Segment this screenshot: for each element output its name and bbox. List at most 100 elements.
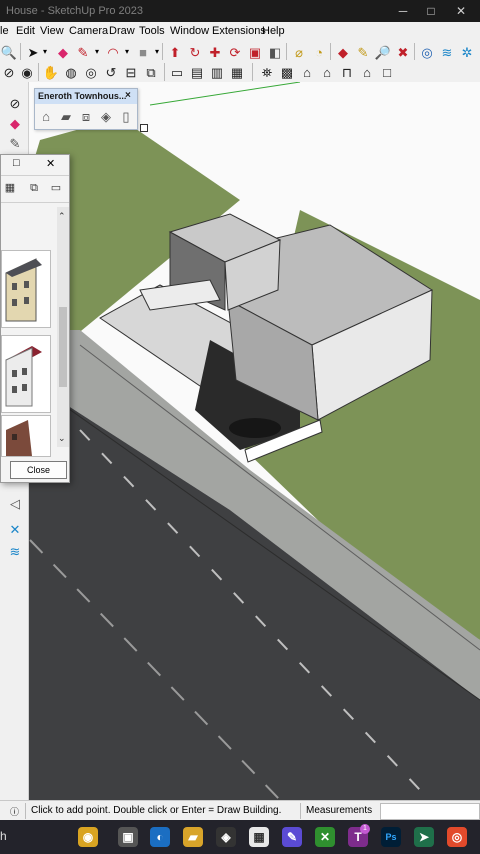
close-icon[interactable]: ✕ <box>46 157 55 170</box>
previous-view-icon[interactable]: ↺ <box>102 63 120 81</box>
iso-view-icon[interactable]: ⧉ <box>142 63 160 81</box>
view-icon[interactable]: ⊟ <box>122 63 140 81</box>
sandbox-icon[interactable]: ✕ <box>6 520 24 538</box>
look-around-icon[interactable]: ◍ <box>62 63 80 81</box>
bottom-view-icon[interactable]: □ <box>378 63 396 81</box>
car <box>229 418 281 438</box>
menu-edit[interactable]: Edit <box>16 25 35 37</box>
menu-window[interactable]: Window <box>170 25 209 37</box>
paint-bucket-icon[interactable]: ✎ <box>354 43 372 61</box>
minimize-button[interactable]: ─ <box>392 2 414 20</box>
notification-badge: 1 <box>360 824 370 834</box>
protractor-icon[interactable]: ◔ <box>310 43 328 61</box>
chrome-icon[interactable]: ◎ <box>447 827 467 847</box>
menu-tools[interactable]: Tools <box>139 25 165 37</box>
move-tool-icon[interactable]: ✚ <box>206 43 224 61</box>
component-thumbnail[interactable] <box>1 415 51 457</box>
window-title: House - SketchUp Pro 2023 <box>6 5 143 17</box>
measurements-label: Measurements <box>306 805 373 816</box>
cursor-marker <box>140 124 148 132</box>
zoom-tool-icon[interactable]: 🔎 <box>374 43 392 61</box>
xbox-icon[interactable]: ✕ <box>315 827 335 847</box>
close-window-button[interactable]: ✕ <box>450 2 472 20</box>
status-hint: Click to add point. Double click or Ente… <box>31 805 282 816</box>
restore-icon[interactable]: □ <box>13 157 20 169</box>
panel-toolbar: ▦ ⧉ ▭ <box>1 175 69 203</box>
grid-view-icon[interactable]: ▦ <box>1 179 19 197</box>
measurements-field[interactable] <box>380 803 480 820</box>
door-icon[interactable]: ▯ <box>117 107 135 125</box>
search-box-fragment[interactable]: h <box>0 829 7 843</box>
facade-icon[interactable]: ⧈ <box>77 107 95 125</box>
block-icon[interactable]: ◈ <box>97 107 115 125</box>
chevron-down-icon[interactable]: ▾ <box>148 43 166 61</box>
sandbox-icon[interactable]: ≋ <box>438 43 456 61</box>
building-tool-icon[interactable]: ⌂ <box>37 107 55 125</box>
extension-tool-icon[interactable]: ✲ <box>458 43 476 61</box>
component-thumbnail[interactable] <box>1 250 51 328</box>
zoom-extents-icon[interactable]: 🔍 <box>0 43 18 61</box>
app-icon-a[interactable]: ◉ <box>78 827 98 847</box>
menu-camera[interactable]: Camera <box>69 25 108 37</box>
hand-icon[interactable]: ✋ <box>42 63 60 81</box>
menu-extensions[interactable]: Extensions <box>212 25 266 37</box>
chevron-up-icon[interactable]: ⌃ <box>58 211 66 222</box>
tape-measure-icon[interactable]: ⌀ <box>290 43 308 61</box>
rotate-tool-icon[interactable]: ⟳ <box>226 43 244 61</box>
push-pull-icon[interactable]: ⬆ <box>166 43 184 61</box>
components-icon[interactable]: ⧉ <box>25 179 43 197</box>
wireframe-icon[interactable]: ▤ <box>188 63 206 81</box>
orbit-icon[interactable]: ⊘ <box>0 63 18 81</box>
terrain-icon[interactable]: ≋ <box>6 542 24 560</box>
store-icon[interactable]: ▦ <box>249 827 269 847</box>
orbit-icon[interactable]: ⊘ <box>6 94 24 112</box>
home-icon[interactable]: ⌂ <box>298 63 316 81</box>
model-viewport[interactable] <box>28 82 480 800</box>
scrollbar-thumb[interactable] <box>59 307 67 387</box>
maximize-button[interactable]: □ <box>420 2 442 20</box>
status-bar: ⓘ Click to add point. Double click or En… <box>0 800 480 821</box>
offset-tool-icon[interactable]: ◧ <box>266 43 284 61</box>
x-ray-icon[interactable]: ▭ <box>168 63 186 81</box>
left-view-icon[interactable]: ⌂ <box>358 63 376 81</box>
menu-view[interactable]: View <box>40 25 64 37</box>
eraser-icon[interactable]: ◆ <box>54 43 72 61</box>
folder-icon[interactable]: ▭ <box>47 179 65 197</box>
folder-icon[interactable]: ▰ <box>57 107 75 125</box>
pencil-icon[interactable]: ✎ <box>6 134 24 152</box>
sketchup-icon[interactable]: ◈ <box>216 827 236 847</box>
title-bar: House - SketchUp Pro 2023 ─ □ ✕ <box>0 0 480 22</box>
tag-icon[interactable]: ◁ <box>6 494 24 512</box>
shaded-icon[interactable]: ▦ <box>228 63 246 81</box>
close-icon[interactable]: × <box>125 90 131 101</box>
walk-icon[interactable]: ◎ <box>82 63 100 81</box>
green-app-icon[interactable]: ➤ <box>414 827 434 847</box>
chevron-down-icon[interactable]: ⌄ <box>58 433 66 444</box>
menu-help[interactable]: Help <box>262 25 285 37</box>
top-view-icon[interactable]: ▩ <box>278 63 296 81</box>
geo-location-icon[interactable]: ◎ <box>418 43 436 61</box>
back-view-icon[interactable]: ⊓ <box>338 63 356 81</box>
info-icon[interactable]: ⓘ <box>10 805 19 818</box>
component-thumbnail[interactable] <box>1 335 51 413</box>
task-view-icon[interactable]: ▣ <box>118 827 138 847</box>
menu-draw[interactable]: Draw <box>109 25 135 37</box>
panel-scrollbar[interactable]: ⌃ ⌄ <box>57 207 69 447</box>
menu-file[interactable]: le <box>0 25 9 37</box>
close-button[interactable]: Close <box>10 461 67 479</box>
chevron-down-icon[interactable]: ▾ <box>36 43 54 61</box>
hidden-line-icon[interactable]: ▥ <box>208 63 226 81</box>
follow-me-icon[interactable]: ↻ <box>186 43 204 61</box>
eraser-icon[interactable]: ◆ <box>6 114 24 132</box>
file-explorer-icon[interactable]: ▰ <box>183 827 203 847</box>
pan-icon[interactable]: ◉ <box>18 63 36 81</box>
front-view-icon[interactable]: ⛯ <box>258 63 276 81</box>
section-plane-icon[interactable]: ◆ <box>334 43 352 61</box>
photoshop-icon[interactable]: Ps <box>381 827 401 847</box>
right-view-icon[interactable]: ⌂ <box>318 63 336 81</box>
model-scene <box>28 82 480 800</box>
edge-icon[interactable]: ◐ <box>150 827 170 847</box>
scale-tool-icon[interactable]: ▣ <box>246 43 264 61</box>
editor-icon[interactable]: ✎ <box>282 827 302 847</box>
zoom-window-icon[interactable]: ✖ <box>394 43 412 61</box>
